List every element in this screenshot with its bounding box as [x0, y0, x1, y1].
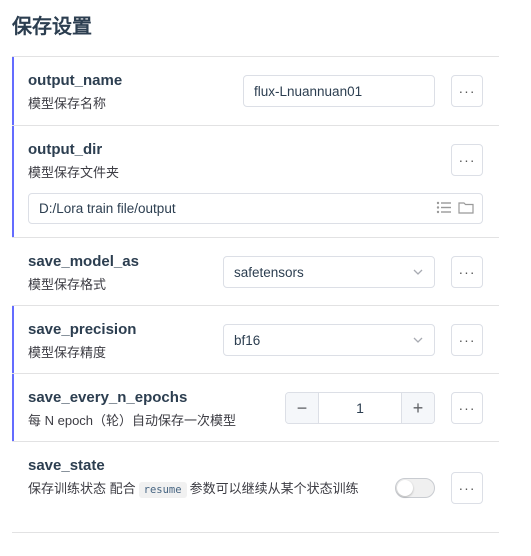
setting-save-precision: save_precision 模型保存精度 bf16 ··· — [12, 305, 499, 373]
setting-save-state: save_state 保存训练状态 配合 resume 参数可以继续从某个状态训练 … — [12, 441, 499, 533]
setting-key: save_precision — [28, 321, 137, 338]
chevron-down-icon — [412, 334, 424, 346]
setting-key: save_model_as — [28, 253, 139, 270]
more-options-button[interactable]: ··· — [451, 324, 483, 356]
select-value: bf16 — [234, 332, 261, 348]
setting-key: output_name — [28, 72, 123, 89]
more-options-button[interactable]: ··· — [451, 256, 483, 288]
increment-button[interactable]: + — [401, 393, 434, 423]
setting-description: 保存训练状态 配合 resume 参数可以继续从某个状态训练 — [28, 478, 373, 501]
description-text: 参数可以继续从某个状态训练 — [189, 481, 359, 496]
setting-output-dir: output_dir 模型保存文件夹 ··· D:/Lora train fil… — [12, 125, 499, 237]
epochs-value-input[interactable]: 1 — [319, 393, 401, 423]
setting-save-every-n-epochs: save_every_n_epochs 每 N epoch（轮）自动保存一次模型… — [12, 373, 499, 441]
setting-save-model-as: save_model_as 模型保存格式 safetensors ··· — [12, 237, 499, 305]
setting-description: 每 N epoch（轮）自动保存一次模型 — [28, 413, 237, 428]
more-options-button[interactable]: ··· — [451, 75, 483, 107]
epochs-stepper: − 1 + — [285, 392, 435, 424]
save-state-toggle[interactable] — [395, 478, 435, 498]
chevron-down-icon — [412, 266, 424, 278]
inline-code: resume — [138, 482, 187, 498]
folder-icon[interactable] — [458, 200, 474, 217]
toggle-knob — [397, 480, 413, 496]
setting-description: 模型保存文件夹 — [28, 165, 120, 180]
setting-description: 模型保存格式 — [28, 277, 107, 292]
decrement-button[interactable]: − — [286, 393, 319, 423]
output-dir-value: D:/Lora train file/output — [39, 201, 176, 216]
save-model-as-select[interactable]: safetensors — [223, 256, 435, 288]
output-dir-input[interactable]: D:/Lora train file/output — [28, 193, 483, 224]
more-options-button[interactable]: ··· — [451, 472, 483, 504]
list-icon[interactable] — [436, 200, 452, 217]
setting-key: output_dir — [28, 141, 103, 158]
more-options-button[interactable]: ··· — [451, 392, 483, 424]
more-options-button[interactable]: ··· — [451, 144, 483, 176]
output-name-input[interactable]: flux-Lnuannuan01 — [243, 75, 435, 107]
page-title: 保存设置 — [12, 16, 92, 38]
save-precision-select[interactable]: bf16 — [223, 324, 435, 356]
setting-description: 模型保存精度 — [28, 345, 107, 360]
select-value: safetensors — [234, 264, 304, 280]
setting-output-name: output_name 模型保存名称 flux-Lnuannuan01 ··· — [12, 56, 499, 125]
setting-key: save_state — [28, 457, 105, 474]
setting-description: 模型保存名称 — [28, 96, 107, 111]
description-text: 保存训练状态 配合 — [28, 481, 136, 496]
setting-key: save_every_n_epochs — [28, 389, 188, 406]
